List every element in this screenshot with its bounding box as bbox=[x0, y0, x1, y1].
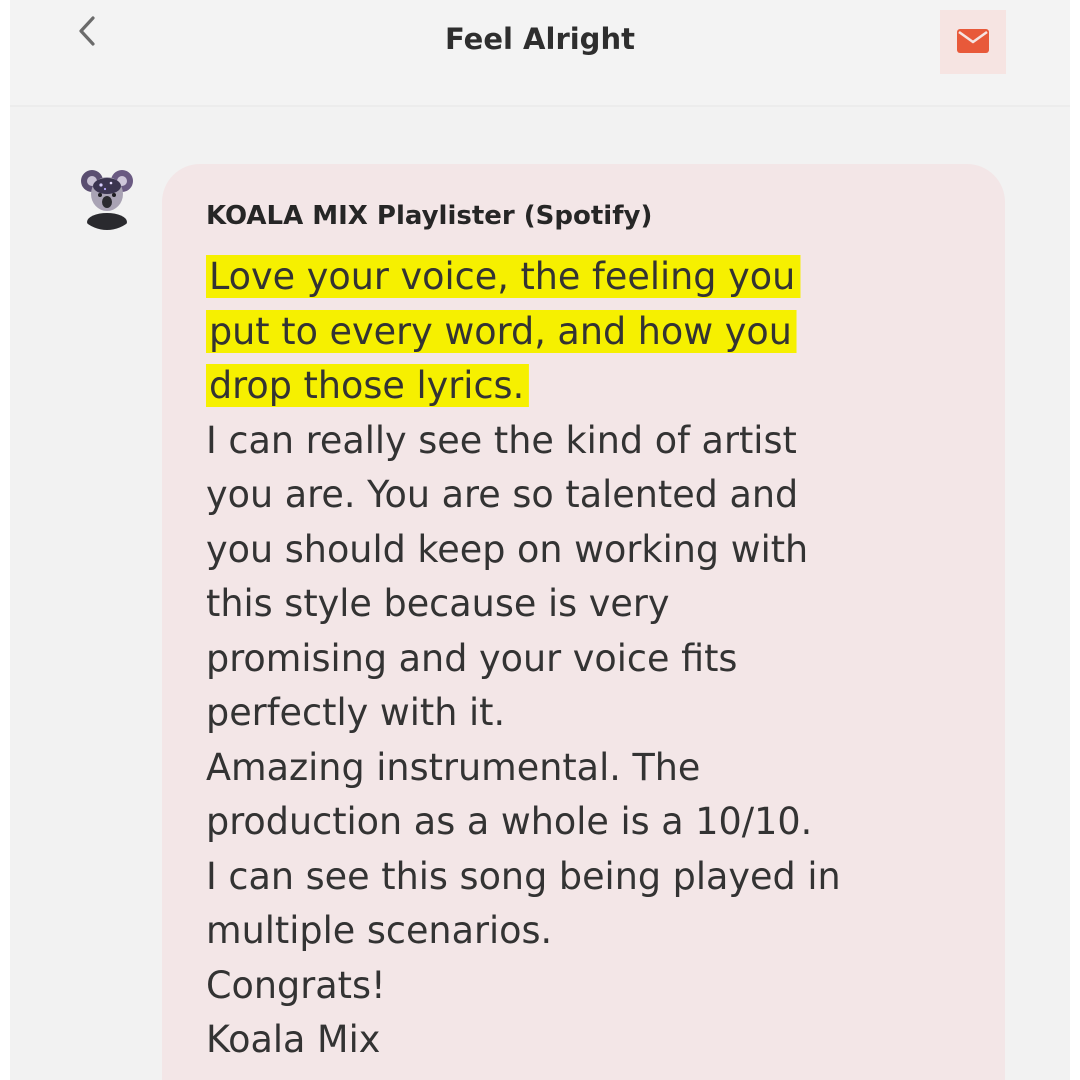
envelope-icon bbox=[957, 29, 989, 53]
sender-name: KOALA MIX Playlister (Spotify) bbox=[206, 201, 653, 231]
koala-avatar-icon bbox=[74, 164, 140, 230]
message-line: you are. You are so talented and bbox=[206, 473, 799, 516]
message-button[interactable] bbox=[940, 10, 1006, 74]
message-line: you should keep on working with bbox=[206, 527, 809, 571]
message-line: I can really see the kind of artist bbox=[206, 418, 797, 462]
message-line: multiple scenarios. bbox=[206, 909, 553, 952]
message-line-highlighted: Love your voice, the feeling you bbox=[206, 250, 996, 305]
message-line: Koala Mix bbox=[206, 1018, 381, 1061]
message-line: I can see this song being played in bbox=[206, 854, 841, 898]
message-body: Love your voice, the feeling you put to … bbox=[206, 250, 1006, 1068]
message-line-highlighted: put to every word, and how you bbox=[206, 305, 996, 360]
sender-avatar[interactable] bbox=[74, 164, 140, 230]
top-bar: Feel Alright bbox=[10, 0, 1070, 107]
message-line: Congrats! bbox=[206, 963, 386, 1007]
page-title: Feel Alright bbox=[445, 22, 635, 56]
message-line: this style because is very bbox=[206, 582, 670, 625]
message-line: promising and your voice fits bbox=[206, 636, 738, 680]
message-line: perfectly with it. bbox=[206, 691, 506, 734]
message-line: production as a whole is a 10/10. bbox=[206, 800, 813, 843]
message-line-highlighted: drop those lyrics. bbox=[206, 359, 996, 414]
screen: Feel Alright KOALA MIX Playlister (Spoti… bbox=[10, 0, 1070, 1080]
message-line: Amazing instrumental. The bbox=[206, 745, 701, 789]
